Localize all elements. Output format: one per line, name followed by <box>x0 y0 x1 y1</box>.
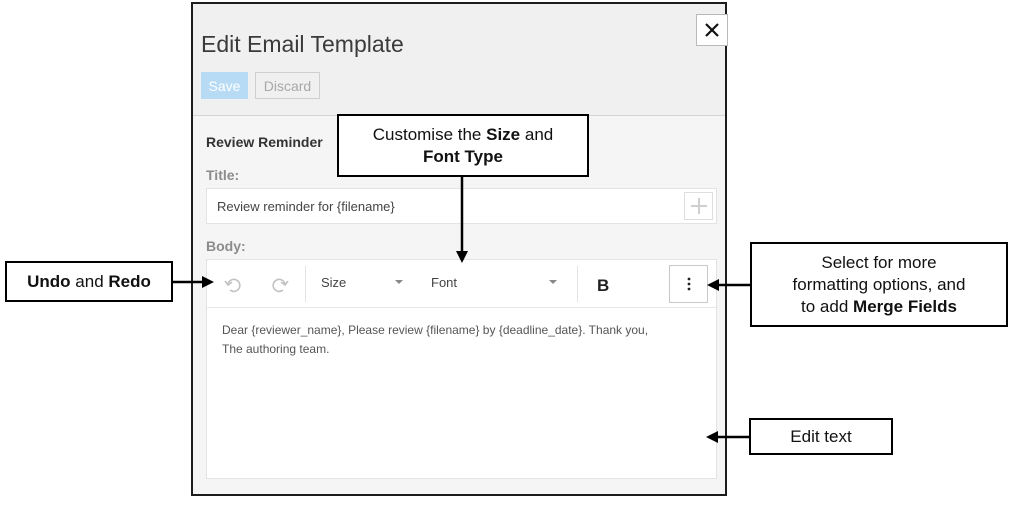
arrowhead <box>202 276 214 288</box>
arrowhead <box>456 251 468 263</box>
arrowhead <box>707 279 719 291</box>
annotation-arrows <box>173 177 750 443</box>
arrowhead <box>706 431 718 443</box>
